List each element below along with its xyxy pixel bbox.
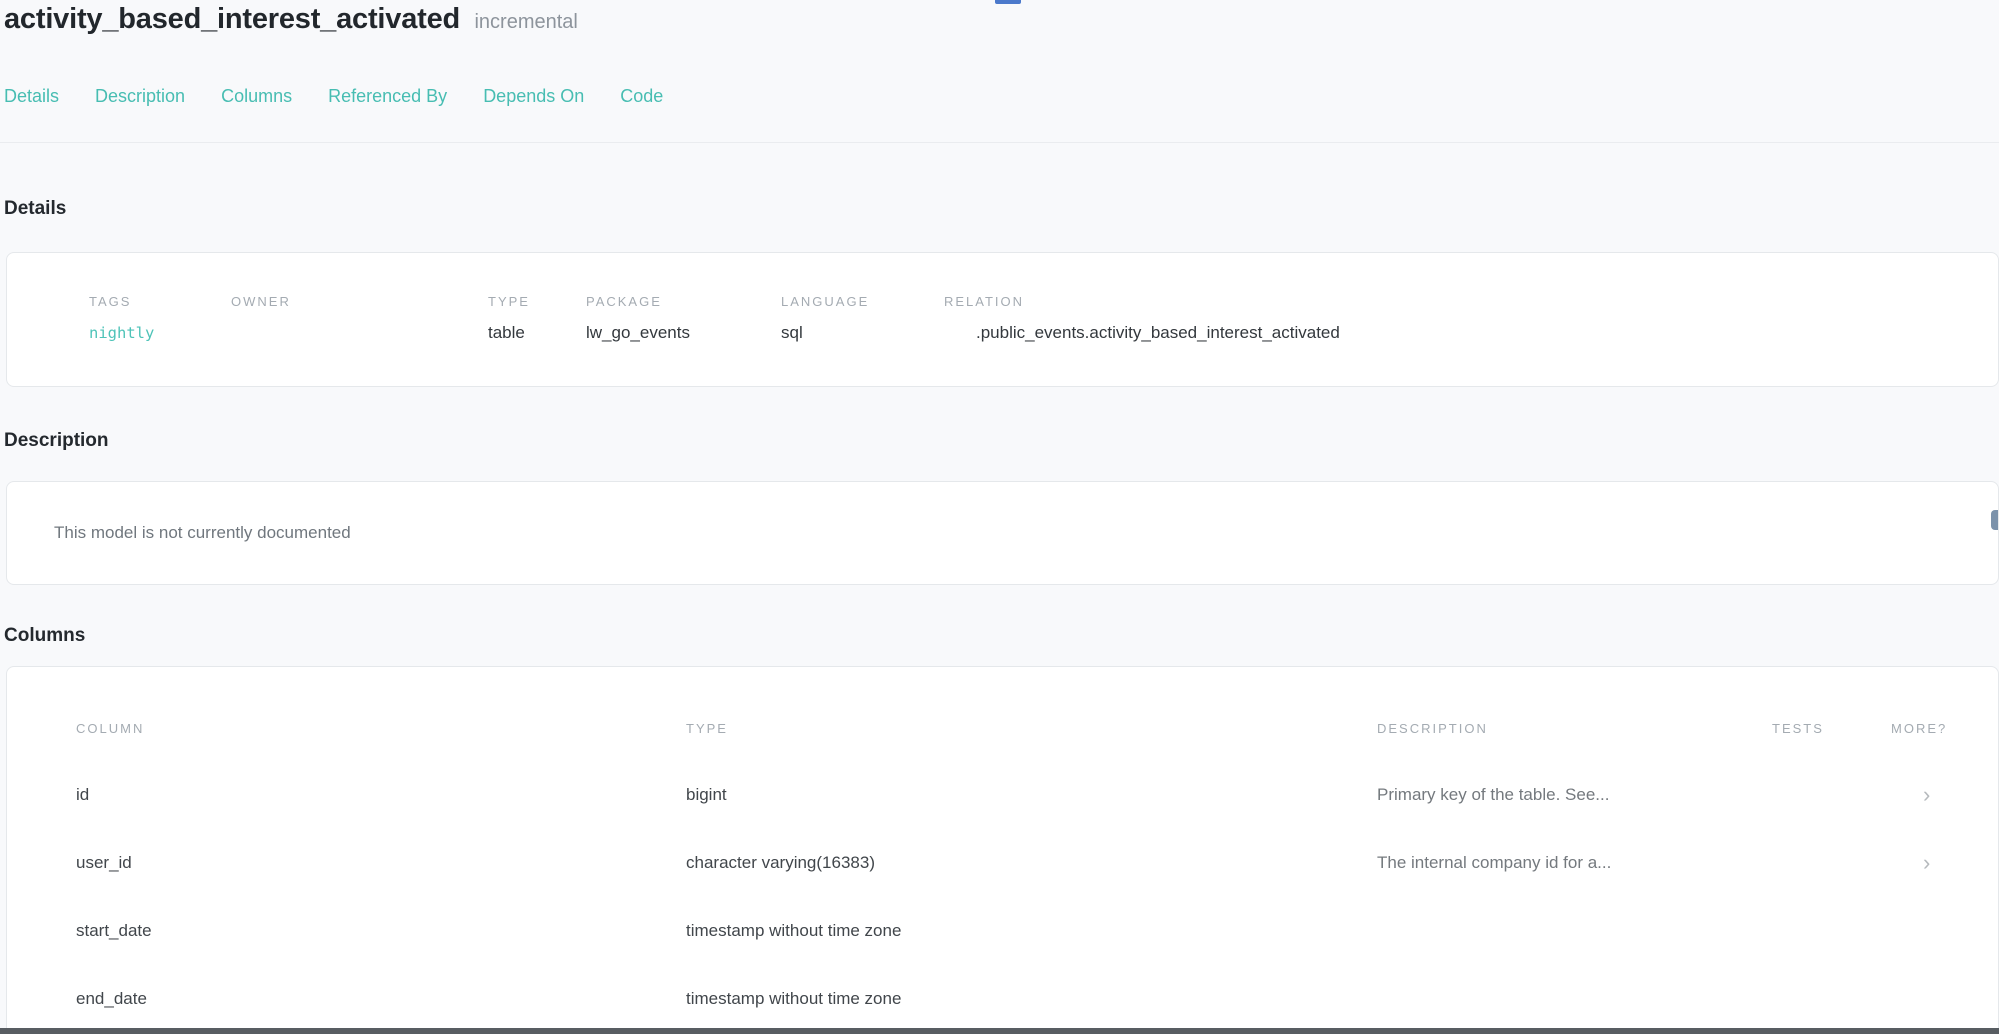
field-label: TAGS <box>89 293 154 311</box>
columns-section-heading: Columns <box>4 624 85 648</box>
nav-link-code[interactable]: Code <box>620 84 663 108</box>
page-title: activity_based_interest_activated <box>4 3 460 35</box>
divider <box>0 142 1999 143</box>
table-row[interactable]: user_id character varying(16383) The int… <box>7 829 1998 897</box>
field-label: TYPE <box>488 293 530 311</box>
field-value: sql <box>781 322 869 344</box>
header-tests: TESTS <box>1772 720 1891 738</box>
column-name-cell: user_id <box>76 853 686 873</box>
columns-table-body: id bigint Primary key of the table. See.… <box>7 761 1998 1033</box>
details-field-owner: OWNER <box>231 293 291 322</box>
tag-value: nightly <box>89 322 154 344</box>
field-value: lw_go_events <box>586 322 690 344</box>
cutoff-bottom-bar <box>0 1028 1999 1034</box>
nav-link-referenced-by[interactable]: Referenced By <box>328 84 447 108</box>
page-header: activity_based_interest_activated increm… <box>4 0 578 38</box>
cutoff-element-fragment <box>995 0 1021 4</box>
column-type-cell: timestamp without time zone <box>686 921 1377 941</box>
column-name-cell: end_date <box>76 989 686 1009</box>
relation-value: .public_events.activity_based_interest_a… <box>944 322 1340 344</box>
nav-link-description[interactable]: Description <box>95 84 185 108</box>
chevron-right-icon[interactable]: › <box>1891 852 1999 874</box>
field-label: PACKAGE <box>586 293 690 311</box>
nav-link-columns[interactable]: Columns <box>221 84 292 108</box>
details-field-package: PACKAGE lw_go_events <box>586 293 690 344</box>
field-label: LANGUAGE <box>781 293 869 311</box>
details-card: TAGS nightly OWNER TYPE table PACKAGE lw… <box>6 252 1999 387</box>
table-row[interactable]: end_date timestamp without time zone <box>7 965 1998 1033</box>
field-value: table <box>488 322 530 344</box>
table-row[interactable]: id bigint Primary key of the table. See.… <box>7 761 1998 829</box>
column-name-cell: start_date <box>76 921 686 941</box>
nav-link-depends-on[interactable]: Depends On <box>483 84 584 108</box>
details-section-heading: Details <box>4 197 66 221</box>
details-field-language: LANGUAGE sql <box>781 293 869 344</box>
header-more: MORE? <box>1891 720 1999 738</box>
anchor-nav: Details Description Columns Referenced B… <box>4 84 663 108</box>
description-text: This model is not currently documented <box>54 482 351 584</box>
column-type-cell: character varying(16383) <box>686 853 1377 873</box>
chevron-right-icon[interactable]: › <box>1891 784 1999 806</box>
header-type: TYPE <box>686 720 1377 738</box>
header-column: COLUMN <box>76 720 686 738</box>
table-row[interactable]: start_date timestamp without time zone <box>7 897 1998 965</box>
description-section-heading: Description <box>4 429 109 453</box>
field-label: RELATION <box>944 293 1340 311</box>
details-field-type: TYPE table <box>488 293 530 344</box>
column-type-cell: timestamp without time zone <box>686 989 1377 1009</box>
details-field-tags: TAGS nightly <box>89 293 154 344</box>
columns-card: COLUMN TYPE DESCRIPTION TESTS MORE? id b… <box>6 666 1999 1034</box>
header-description: DESCRIPTION <box>1377 720 1772 738</box>
column-description-cell: The internal company id for a... <box>1377 853 1772 873</box>
partial-button-fragment[interactable] <box>1991 510 1998 530</box>
nav-link-details[interactable]: Details <box>4 84 59 108</box>
column-type-cell: bigint <box>686 785 1377 805</box>
materialization-badge: incremental <box>474 11 577 33</box>
column-description-cell: Primary key of the table. See... <box>1377 785 1772 805</box>
columns-table-header: COLUMN TYPE DESCRIPTION TESTS MORE? <box>7 713 1998 745</box>
field-label: OWNER <box>231 293 291 311</box>
description-card: This model is not currently documented <box>6 481 1999 585</box>
column-name-cell: id <box>76 785 686 805</box>
details-field-relation: RELATION .public_events.activity_based_i… <box>944 293 1340 344</box>
